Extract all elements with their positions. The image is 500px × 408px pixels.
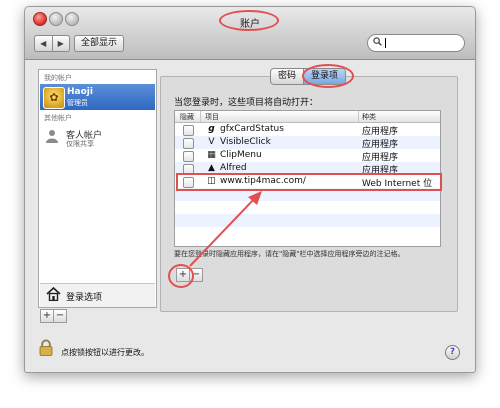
lock-hint-text: 点按锁按钮以进行更改。 <box>61 348 149 357</box>
my-accounts-header: 我的帐户 <box>44 74 72 82</box>
table-row <box>175 214 440 227</box>
table-row[interactable]: g gfxCardStatus 应用程序 <box>175 123 440 137</box>
table-row <box>175 201 440 214</box>
login-options-button[interactable]: 登录选项 <box>40 283 155 307</box>
annotation-oval-title <box>219 10 279 31</box>
column-header-item[interactable]: 项目 <box>205 112 219 122</box>
table-row[interactable]: ▦ ClipMenu 应用程序 <box>175 149 440 163</box>
user-role: 管理员 <box>67 99 88 107</box>
text-caret <box>385 38 386 48</box>
table-header: 隐藏 项目 种类 <box>175 111 440 123</box>
annotation-rect-row <box>176 173 442 191</box>
hide-checkbox[interactable] <box>183 138 194 149</box>
user-name: Haoji <box>67 87 93 97</box>
table-row[interactable]: V VisibleClick 应用程序 <box>175 136 440 150</box>
item-name: gfxCardStatus <box>220 124 284 134</box>
column-header-hide[interactable]: 隐藏 <box>180 112 194 122</box>
back-button[interactable]: ◀ <box>35 36 52 51</box>
help-button[interactable]: ? <box>445 345 460 360</box>
guest-subtitle: 仅限共享 <box>66 140 94 148</box>
column-divider <box>358 111 359 122</box>
clipmenu-icon: ▦ <box>207 150 216 160</box>
gfxcardstatus-icon: g <box>208 124 215 134</box>
item-name: VisibleClick <box>220 137 271 147</box>
login-items-prompt: 当您登录时，这些项目将自动打开： <box>174 98 319 108</box>
table-row <box>175 227 440 240</box>
guest-user-icon <box>44 129 60 145</box>
hide-checkbox[interactable] <box>183 151 194 162</box>
annotation-oval-tab <box>302 64 354 88</box>
lock-icon[interactable] <box>39 339 53 356</box>
sidebar-item-current-user[interactable]: ✿ Haoji 管理员 <box>40 84 155 110</box>
tab-password[interactable]: 密码 <box>271 69 303 84</box>
nav-buttons: ◀ ▶ <box>34 35 70 52</box>
avatar: ✿ <box>43 87 65 109</box>
add-account-button[interactable]: + <box>41 310 53 322</box>
account-add-remove: + − <box>40 309 67 323</box>
login-options-label: 登录选项 <box>66 293 103 303</box>
forward-button[interactable]: ▶ <box>51 36 70 51</box>
house-icon <box>46 286 61 305</box>
hide-hint-text: 要在您登录时隐藏应用程序，请在"隐藏"栏中选择应用程序旁边的注记格。 <box>174 250 405 258</box>
column-divider <box>200 111 201 122</box>
visibleclick-icon: V <box>208 137 215 147</box>
accounts-sidebar: 我的帐户 ✿ Haoji 管理员 其他帐户 客人帐户 仅限共享 登录选项 <box>38 69 157 308</box>
search-field[interactable] <box>367 34 465 52</box>
remove-account-button[interactable]: − <box>53 310 66 322</box>
other-accounts-header: 其他帐户 <box>44 114 72 122</box>
column-header-kind[interactable]: 种类 <box>362 112 376 122</box>
search-icon <box>373 37 382 49</box>
item-name: Alfred <box>220 163 247 173</box>
annotation-oval-add <box>168 264 194 288</box>
hide-checkbox[interactable] <box>183 125 194 136</box>
item-name: ClipMenu <box>220 150 262 160</box>
show-all-button[interactable]: 全部显示 <box>74 35 124 52</box>
